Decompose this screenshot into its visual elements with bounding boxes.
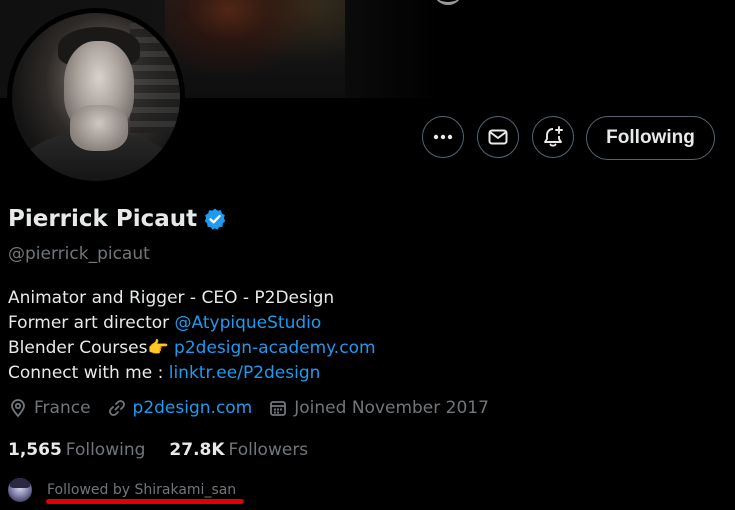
follower-avatar-hair [10,478,30,488]
followers-stat-link[interactable]: 27.8K Followers [169,440,308,460]
location-pin-icon [11,399,25,418]
followers-count: 27.8K [169,440,225,460]
bio-line: Former art director @AtypiqueStudio [8,311,376,336]
bio-text: Former art director [8,313,175,333]
website-link[interactable]: p2design.com [133,398,253,418]
profile-meta: France p2design.com Joined November 2017 [8,398,505,418]
following-button-label: Following [606,127,695,148]
following-count: 1,565 [8,440,62,460]
follower-avatar [8,478,32,502]
profile-handle: @pierrick_picaut [8,244,150,264]
banner-artwork [165,0,345,98]
notifications-button[interactable] [532,116,574,158]
more-dots-icon [433,134,453,140]
mail-icon [488,129,508,145]
website-item: p2design.com [107,398,253,418]
profile-bio: Animator and Rigger - CEO - P2Design For… [8,286,376,386]
verified-badge-icon[interactable] [203,207,227,231]
bell-plus-icon [544,126,563,147]
bio-text: Animator and Rigger - CEO - P2Design [8,288,335,308]
bio-line: Blender Courses👉 p2design-academy.com [8,336,376,361]
academy-link[interactable]: p2design-academy.com [174,338,375,358]
bio-text: Connect with me : [8,363,169,383]
bio-line: Connect with me : linktr.ee/P2design [8,361,376,386]
message-button[interactable] [477,116,519,158]
avatar-hand [70,105,128,151]
link-icon [108,400,125,416]
calendar-icon [270,401,287,416]
red-underline-annotation [46,499,244,504]
banner-decoration [435,0,461,5]
display-name: Pierrick Picaut [8,206,198,232]
bio-text: Blender Courses👉 [8,338,175,358]
joined-text: Joined November 2017 [294,398,489,418]
followed-by-text: Followed by Shirakami_san [47,482,237,498]
joined-item: Joined November 2017 [268,398,489,418]
profile-avatar[interactable] [12,13,180,181]
location-text: France [34,398,91,418]
profile-name-row: Pierrick Picaut [8,206,227,232]
following-label: Following [65,440,146,460]
more-options-button[interactable] [422,116,464,158]
location-item: France [8,398,91,418]
followers-label: Followers [228,440,309,460]
profile-stats: 1,565 Following 27.8K Followers [8,440,332,460]
following-button[interactable]: Following [586,116,715,160]
atypique-studio-link[interactable]: @AtypiqueStudio [175,313,322,333]
bio-line: Animator and Rigger - CEO - P2Design [8,286,376,311]
following-stat-link[interactable]: 1,565 Following [8,440,145,460]
linktree-link[interactable]: linktr.ee/P2design [169,363,321,383]
